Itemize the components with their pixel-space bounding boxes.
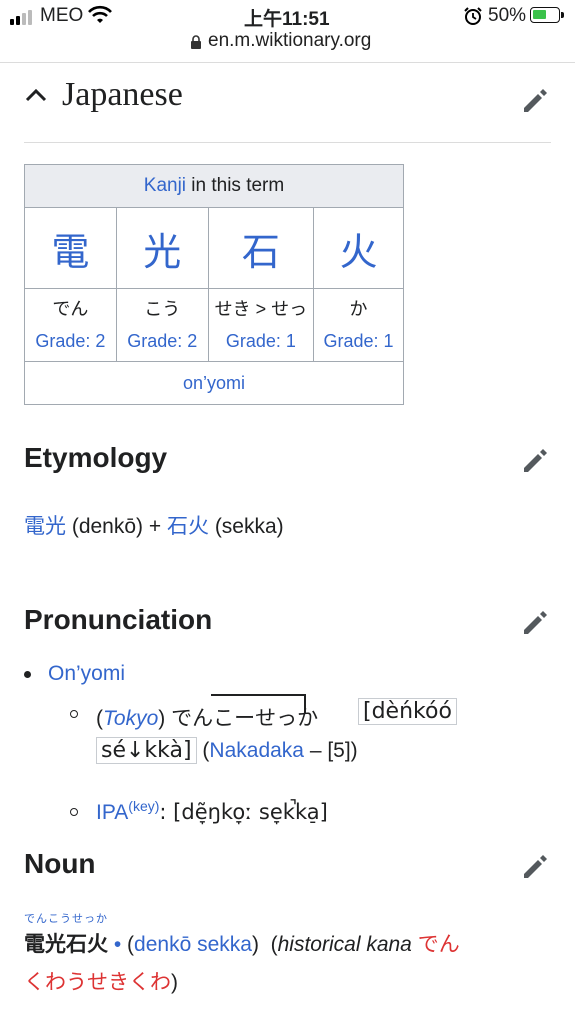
etymology-heading: Etymology (24, 442, 168, 473)
wifi-icon (88, 5, 112, 23)
pitch-accent-kana: でんこーせっか (171, 707, 319, 730)
edit-pencil-icon[interactable] (520, 86, 550, 116)
headword: 電光石火 (24, 933, 108, 956)
alarm-icon (464, 7, 482, 25)
kanji-char-link[interactable]: 光 (143, 230, 181, 274)
kanji-char-link[interactable]: 石 (242, 230, 280, 274)
pronunciation-heading: Pronunciation (24, 604, 213, 635)
kanji-reading: か (349, 299, 368, 319)
url-bar[interactable]: en.m.wiktionary.org (208, 30, 371, 52)
status-bar: MEO 上午11:51 en.m.wiktionary.org 50% (0, 0, 575, 63)
tokyo-link[interactable]: Tokyo (103, 707, 158, 730)
pitch-accent-drop (304, 694, 306, 714)
onyomi-bullet-link[interactable]: On’yomi (48, 662, 125, 686)
signal-icon (10, 10, 32, 25)
collapse-chevron-icon[interactable] (24, 86, 48, 104)
nakadaka-link[interactable]: Nakadaka (209, 739, 304, 762)
sub-list-bullet (70, 808, 78, 816)
ipa-key-link[interactable]: (key) (128, 798, 159, 814)
battery-icon (530, 7, 564, 23)
kanji-char-link[interactable]: 電 (51, 230, 89, 274)
list-bullet (24, 671, 31, 678)
kanji-table: Kanji in this term 電 光 石 火 でん Grade: 2 こう… (24, 164, 404, 405)
grade-link[interactable]: Grade: 1 (324, 331, 394, 351)
ipa-line: IPA(key): [dẽ̞ŋko̞ː se̞k̚ka̠] (96, 798, 328, 824)
etymology-text: 電光 (denkō) + 石火 (sekka) (24, 515, 284, 538)
etymology-link-sekka[interactable]: 石火 (167, 515, 209, 538)
sub-list-bullet (70, 710, 78, 718)
clock: 上午11:51 (244, 9, 330, 30)
tokyo-pronunciation-line2: sé↓kkà] (Nakadaka – [5]) (96, 737, 358, 764)
kanji-table-header: Kanji in this term (24, 164, 404, 208)
historical-kana-link[interactable]: でん (412, 933, 460, 956)
ruby-reading: でんこうせっか (24, 913, 108, 925)
headword-line2: くわうせきくわ) (24, 971, 178, 994)
romaji-link[interactable]: denkō sekka (134, 933, 252, 956)
battery-percent: 50% (488, 5, 527, 26)
grade-link[interactable]: Grade: 2 (127, 331, 197, 351)
historical-kana-link[interactable]: くわうせきくわ (24, 971, 171, 994)
kanji-reading: こう (144, 299, 181, 319)
edit-pencil-icon[interactable] (520, 446, 550, 476)
grade-link[interactable]: Grade: 1 (226, 331, 296, 351)
divider (24, 142, 551, 143)
pitch-accent-line (211, 694, 305, 696)
noun-heading: Noun (24, 848, 96, 879)
lock-icon (191, 35, 201, 49)
onyomi-link[interactable]: on’yomi (183, 373, 245, 393)
kanji-char-link[interactable]: 火 (340, 230, 378, 274)
ipa-box: [dèńkóó (358, 698, 457, 725)
etymology-link-denko[interactable]: 電光 (24, 515, 66, 538)
kanji-reading: でん (52, 299, 89, 319)
ipa-link[interactable]: IPA (96, 801, 128, 824)
grade-link[interactable]: Grade: 2 (35, 331, 105, 351)
ipa-box: sé↓kkà] (96, 737, 197, 764)
tokyo-pronunciation: (Tokyo) でんこーせっか (96, 707, 319, 730)
language-heading: Japanese (62, 76, 183, 113)
kanji-link[interactable]: Kanji (144, 175, 186, 196)
edit-pencil-icon[interactable] (520, 608, 550, 638)
kanji-reading: せき > せっ (214, 299, 308, 319)
headword-line: 電光石火 • (denkō sekka) (historical kana でん (24, 933, 460, 956)
edit-pencil-icon[interactable] (520, 852, 550, 882)
carrier-label: MEO (40, 5, 84, 26)
